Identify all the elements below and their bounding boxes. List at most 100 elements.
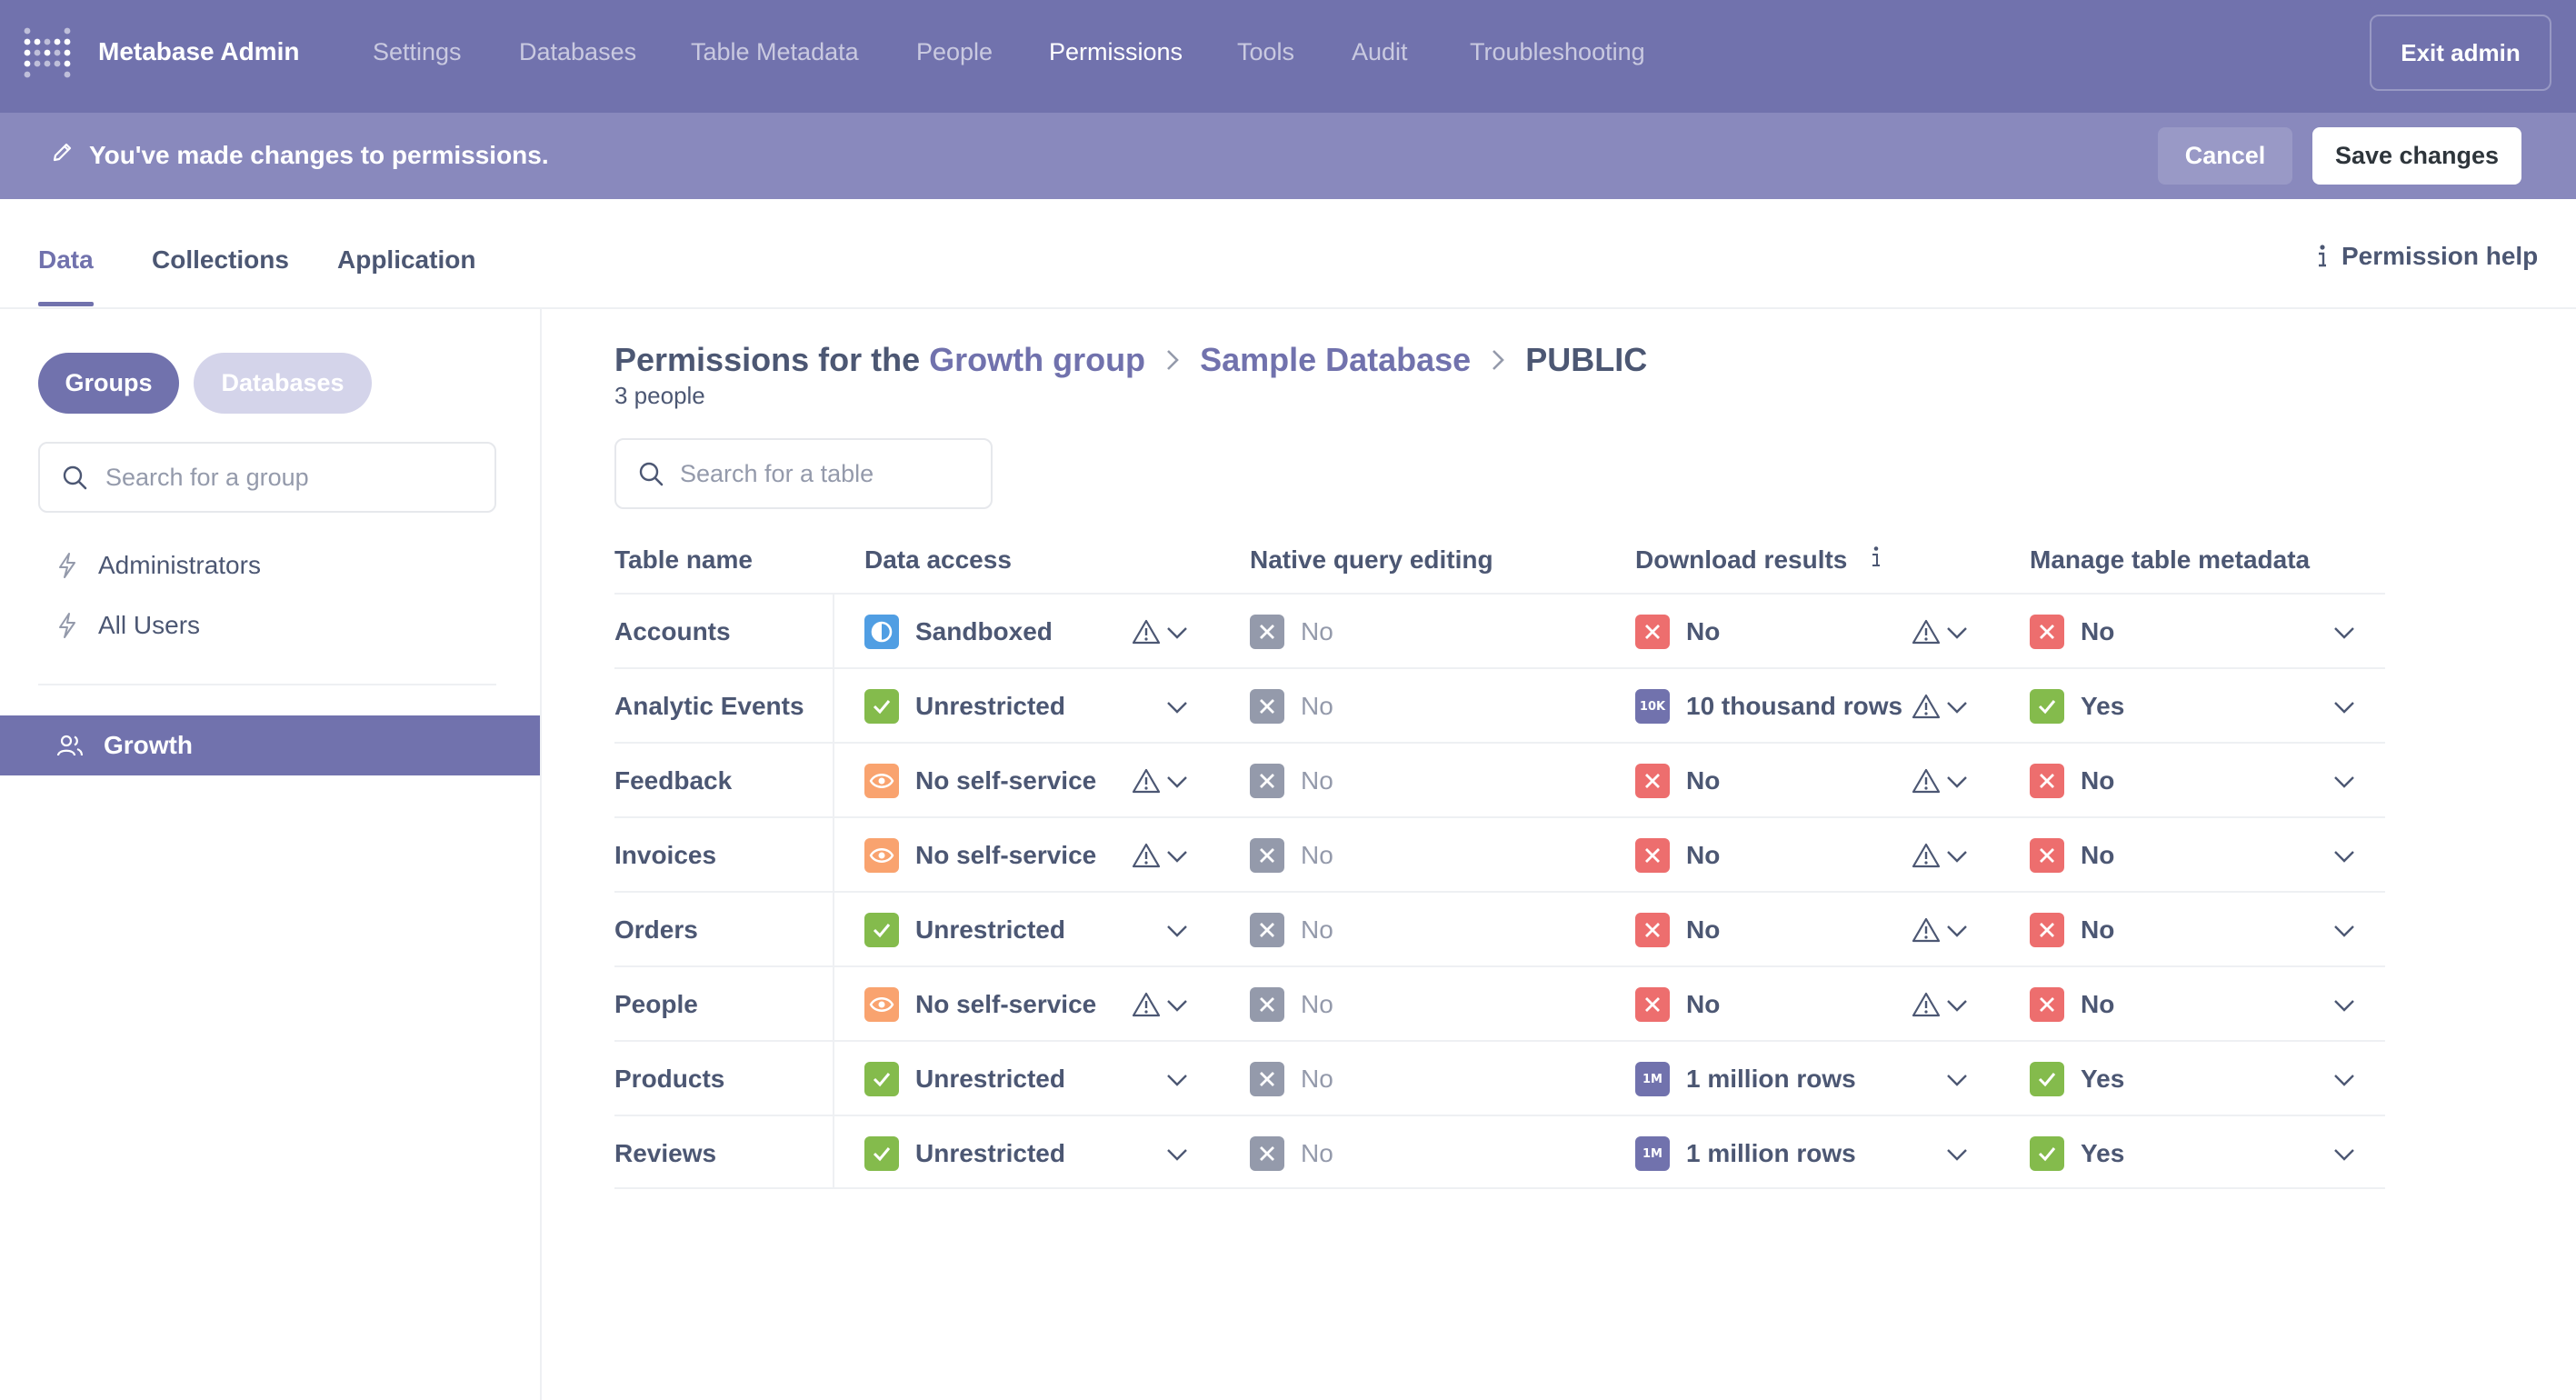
warning-icon[interactable] (1912, 693, 1941, 720)
access-permission-selector[interactable]: Unrestricted (864, 893, 1065, 967)
access-permission-selector[interactable]: Unrestricted (864, 1042, 1065, 1116)
chevron-down-icon[interactable] (2332, 845, 2356, 868)
warning-icon[interactable] (1912, 767, 1941, 795)
permission-help-button[interactable]: Permission help (2316, 240, 2538, 273)
download-permission-selector[interactable]: No (1635, 818, 1720, 893)
chevron-down-icon[interactable] (2332, 919, 2356, 943)
native-permission-selector[interactable]: No (1250, 595, 1333, 669)
download-permission-selector[interactable]: 1M 1 million rows (1635, 1116, 1856, 1191)
chevron-down-icon[interactable] (1945, 919, 1969, 943)
chevron-down-icon[interactable] (2332, 770, 2356, 794)
warning-icon[interactable] (1132, 618, 1161, 645)
nav-audit[interactable]: Audit (1352, 38, 1408, 66)
active-tab-indicator (38, 302, 94, 306)
metadata-permission-selector[interactable]: Yes (2030, 669, 2124, 744)
sidebar-item-growth[interactable]: Growth (0, 715, 540, 775)
nav-tools[interactable]: Tools (1237, 38, 1294, 66)
metadata-permission-selector[interactable]: Yes (2030, 1042, 2124, 1116)
chevron-down-icon[interactable] (2332, 1143, 2356, 1166)
access-permission-selector[interactable]: No self-service (864, 818, 1096, 893)
breadcrumb-database-link[interactable]: Sample Database (1200, 341, 1471, 379)
chevron-down-icon[interactable] (1165, 919, 1189, 943)
warning-icon[interactable] (1132, 767, 1161, 795)
nav-troubleshooting[interactable]: Troubleshooting (1470, 38, 1645, 66)
metadata-permission-selector[interactable]: Yes (2030, 1116, 2124, 1191)
tab-collections[interactable]: Collections (152, 245, 289, 275)
tab-application[interactable]: Application (337, 245, 475, 275)
chevron-down-icon[interactable] (1165, 845, 1189, 868)
chevron-down-icon[interactable] (1945, 994, 1969, 1017)
breadcrumb-group-link[interactable]: Growth group (929, 341, 1145, 379)
chevron-down-icon[interactable] (2332, 994, 2356, 1017)
native-permission-selector[interactable]: No (1250, 893, 1333, 967)
warning-icon[interactable] (1912, 842, 1941, 869)
cancel-button[interactable]: Cancel (2158, 127, 2292, 185)
save-changes-button[interactable]: Save changes (2312, 127, 2521, 185)
chevron-down-icon[interactable] (1165, 695, 1189, 719)
download-permission-selector[interactable]: No (1635, 744, 1720, 818)
native-permission-selector[interactable]: No (1250, 669, 1333, 744)
native-permission-selector[interactable]: No (1250, 1116, 1333, 1191)
chevron-down-icon[interactable] (1945, 1143, 1969, 1166)
tab-data[interactable]: Data (38, 245, 94, 275)
warning-icon[interactable] (1132, 842, 1161, 869)
metadata-permission-label: No (2081, 990, 2115, 1018)
chevron-down-icon[interactable] (1165, 621, 1189, 645)
chevron-down-icon[interactable] (2332, 695, 2356, 719)
download-permission-selector[interactable]: 10K 10 thousand rows (1635, 669, 1902, 744)
download-permission-selector[interactable]: No (1635, 893, 1720, 967)
access-permission-selector[interactable]: Unrestricted (864, 669, 1065, 744)
group-member-count: 3 people (614, 382, 705, 409)
nav-settings[interactable]: Settings (373, 38, 462, 66)
warning-icon[interactable] (1912, 916, 1941, 944)
download-permission-selector[interactable]: No (1635, 595, 1720, 669)
table-search-input[interactable]: Search for a table (614, 438, 993, 509)
metadata-permission-selector[interactable]: No (2030, 595, 2114, 669)
chevron-down-icon[interactable] (1165, 1143, 1189, 1166)
sidebar-item-administrators[interactable]: Administrators (56, 547, 261, 584)
download-permission-label: No (1686, 766, 1721, 795)
close-icon (1250, 838, 1284, 873)
nav-databases[interactable]: Databases (519, 38, 636, 66)
access-permission-selector[interactable]: Sandboxed (864, 595, 1053, 669)
chevron-down-icon[interactable] (1945, 770, 1969, 794)
chevron-down-icon[interactable] (1945, 621, 1969, 645)
nav-people[interactable]: People (916, 38, 993, 66)
native-permission-selector[interactable]: No (1250, 818, 1333, 893)
chevron-down-icon[interactable] (1165, 770, 1189, 794)
access-permission-selector[interactable]: Unrestricted (864, 1116, 1065, 1191)
info-icon[interactable] (1871, 545, 1882, 569)
groups-toggle-button[interactable]: Groups (38, 353, 179, 414)
chevron-down-icon[interactable] (1945, 695, 1969, 719)
download-permission-selector[interactable]: 1M 1 million rows (1635, 1042, 1856, 1116)
warning-icon[interactable] (1912, 991, 1941, 1018)
sidebar-item-all-users[interactable]: All Users (56, 607, 200, 644)
exit-admin-button[interactable]: Exit admin (2370, 15, 2551, 91)
metadata-permission-selector[interactable]: No (2030, 893, 2114, 967)
metadata-permission-selector[interactable]: No (2030, 967, 2114, 1042)
chevron-down-icon[interactable] (2332, 1068, 2356, 1092)
access-permission-selector[interactable]: No self-service (864, 967, 1096, 1042)
metadata-permission-selector[interactable]: No (2030, 744, 2114, 818)
nav-table-metadata[interactable]: Table Metadata (691, 38, 859, 66)
databases-toggle-button[interactable]: Databases (194, 353, 372, 414)
close-icon (1250, 689, 1284, 724)
metabase-logo-icon[interactable] (22, 24, 73, 78)
native-permission-selector[interactable]: No (1250, 744, 1333, 818)
chevron-down-icon[interactable] (1945, 845, 1969, 868)
group-search-input[interactable]: Search for a group (38, 442, 496, 513)
nav-permissions[interactable]: Permissions (1049, 38, 1183, 66)
brand-title: Metabase Admin (98, 37, 300, 65)
metadata-permission-selector[interactable]: No (2030, 818, 2114, 893)
native-permission-selector[interactable]: No (1250, 967, 1333, 1042)
warning-icon[interactable] (1912, 618, 1941, 645)
download-permission-selector[interactable]: No (1635, 967, 1720, 1042)
chevron-down-icon[interactable] (2332, 621, 2356, 645)
access-permission-selector[interactable]: No self-service (864, 744, 1096, 818)
chevron-down-icon[interactable] (1165, 994, 1189, 1017)
native-permission-selector[interactable]: No (1250, 1042, 1333, 1116)
warning-icon[interactable] (1132, 991, 1161, 1018)
close-icon (1635, 987, 1670, 1022)
chevron-down-icon[interactable] (1945, 1068, 1969, 1092)
chevron-down-icon[interactable] (1165, 1068, 1189, 1092)
